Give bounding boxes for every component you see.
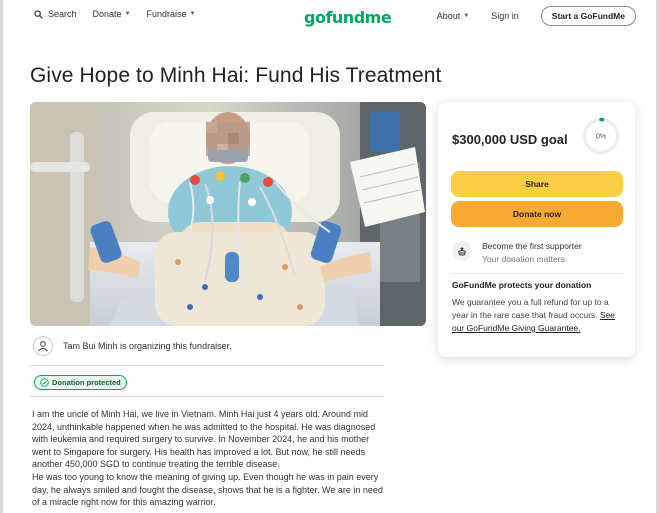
nav-right-group: About ▼ Sign in Start a GoFundMe (437, 6, 636, 26)
protect-body: We guarantee you a full refund for up to… (452, 297, 609, 320)
badge-label: Donation protected (52, 378, 121, 387)
divider (30, 365, 384, 366)
page-title: Give Hope to Minh Hai: Fund His Treatmen… (30, 64, 442, 87)
first-supporter-row: Become the first supporter Your donation… (452, 240, 582, 264)
progress-percent: 0% (596, 134, 606, 141)
sign-in-link[interactable]: Sign in (491, 11, 519, 21)
search-icon (34, 9, 43, 19)
campaign-hero-image (30, 102, 426, 326)
donation-card: $300,000 USD goal 0% Share Donate now Be… (438, 102, 635, 357)
divider (451, 273, 622, 274)
shield-check-icon (40, 378, 49, 387)
story-paragraph: He was too young to know the meaning of … (32, 471, 383, 508)
share-button[interactable]: Share (451, 171, 623, 197)
supporter-title: Become the first supporter (482, 241, 582, 251)
supporter-subtitle: Your donation matters (482, 254, 565, 264)
search-button[interactable]: Search (34, 9, 77, 19)
protect-title: GoFundMe protects your donation (452, 280, 592, 290)
donate-now-button[interactable]: Donate now (451, 201, 623, 227)
hospital-photo-illustration (30, 102, 426, 326)
chevron-down-icon: ▼ (463, 13, 470, 19)
organizer-row: Tam Bui Minh is organizing this fundrais… (33, 336, 385, 356)
top-navigation: Search Donate ▼ Fundraise ▼ gofundme Abo… (0, 0, 659, 34)
user-avatar-icon (33, 336, 53, 356)
story-paragraph: I am the uncle of Minh Hai, we live in V… (32, 409, 376, 470)
about-menu-label: About (436, 11, 461, 21)
donate-menu-label: Donate (92, 9, 122, 19)
donation-protected-badge[interactable]: Donation protected (34, 375, 127, 390)
chevron-down-icon: ▼ (124, 11, 131, 17)
chevron-down-icon: ▼ (189, 11, 196, 17)
supporter-hand-icon (452, 241, 472, 261)
fundraise-menu[interactable]: Fundraise ▼ (147, 9, 196, 19)
divider (30, 396, 384, 397)
nav-left-group: Search Donate ▼ Fundraise ▼ (34, 9, 212, 19)
start-gofundme-button[interactable]: Start a GoFundMe (540, 6, 636, 26)
progress-ring: 0% (582, 117, 620, 155)
window-border-left (0, 0, 3, 513)
supporter-text: Become the first supporter Your donation… (482, 240, 582, 264)
fundraise-menu-label: Fundraise (146, 9, 187, 19)
organizer-text: Tam Bui Minh is organizing this fundrais… (63, 341, 232, 351)
campaign-story: I am the uncle of Minh Hai, we live in V… (32, 408, 388, 509)
protect-text: We guarantee you a full refund for up to… (452, 296, 624, 335)
search-label: Search (48, 9, 77, 19)
donate-menu[interactable]: Donate ▼ (93, 9, 131, 19)
goal-amount: $300,000 USD goal (452, 132, 568, 147)
about-menu[interactable]: About ▼ (437, 11, 469, 21)
gofundme-logo[interactable]: gofundme (304, 8, 392, 27)
